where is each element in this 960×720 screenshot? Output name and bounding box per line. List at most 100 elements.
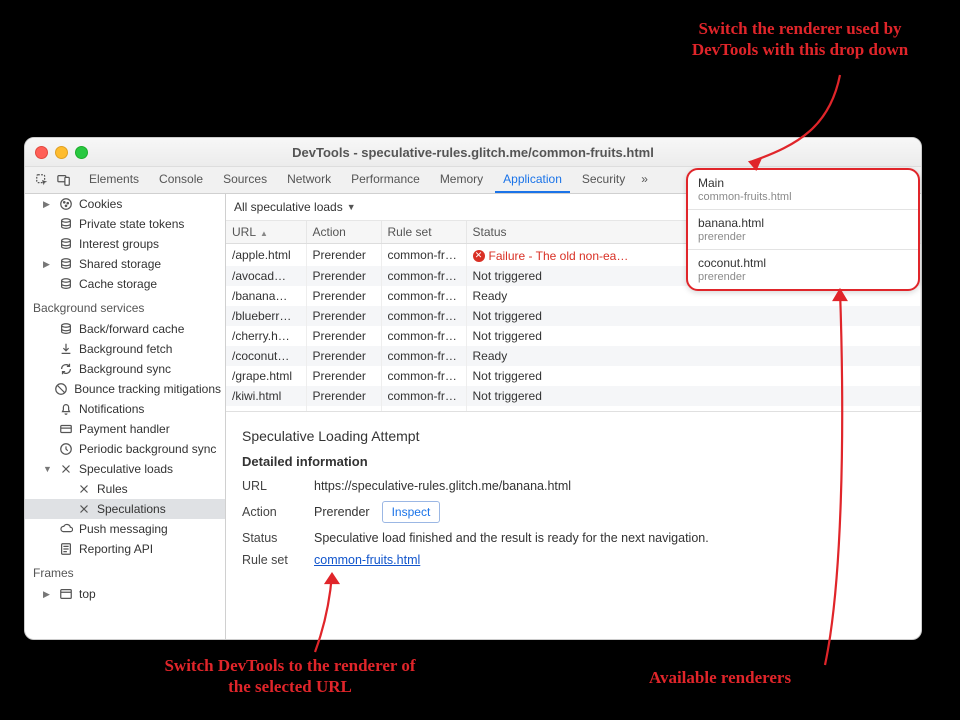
card-icon bbox=[59, 422, 73, 436]
sidebar-item-cache-storage[interactable]: Cache storage bbox=[25, 274, 225, 294]
tab-memory[interactable]: Memory bbox=[432, 167, 491, 193]
sidebar-item-back-forward-cache[interactable]: Back/forward cache bbox=[25, 319, 225, 339]
detail-url-value: https://speculative-rules.glitch.me/bana… bbox=[314, 479, 571, 493]
tab-sources[interactable]: Sources bbox=[215, 167, 275, 193]
cell-ruleset: common-fr… bbox=[381, 366, 466, 386]
detail-ruleset-link[interactable]: common-fruits.html bbox=[314, 553, 420, 567]
sidebar-item-periodic-background-sync[interactable]: Periodic background sync bbox=[25, 439, 225, 459]
detail-section-header: Detailed information bbox=[242, 454, 905, 469]
status-text: Ready bbox=[473, 349, 508, 363]
cell-ruleset: common-fr… bbox=[381, 326, 466, 346]
sidebar-item-reporting-api[interactable]: Reporting API bbox=[25, 539, 225, 559]
sidebar-item-rules[interactable]: Rules bbox=[25, 479, 225, 499]
sidebar-item-background-fetch[interactable]: Background fetch bbox=[25, 339, 225, 359]
sidebar-item-label: Shared storage bbox=[79, 257, 161, 271]
sync-icon bbox=[59, 362, 73, 376]
sidebar-item-label: Payment handler bbox=[79, 422, 170, 436]
triangle-right-icon: ▶ bbox=[43, 199, 53, 210]
column-header-label: Status bbox=[473, 225, 507, 239]
renderer-option-coconut[interactable]: coconut.html prerender bbox=[688, 250, 918, 289]
sidebar-item-interest-groups[interactable]: Interest groups bbox=[25, 234, 225, 254]
annotation-arrow-top bbox=[740, 70, 860, 170]
db-icon bbox=[59, 217, 73, 231]
detail-url-label: URL bbox=[242, 479, 302, 493]
bell-icon bbox=[59, 402, 73, 416]
cell-ruleset: common-fr… bbox=[381, 346, 466, 366]
tab-network[interactable]: Network bbox=[279, 167, 339, 193]
speculation-filter-label: All speculative loads bbox=[234, 200, 343, 214]
status-text: Not triggered bbox=[473, 269, 542, 283]
cell-action: Prerender bbox=[306, 366, 381, 386]
cell-action: Prerender bbox=[306, 346, 381, 366]
annotation-bottom: Switch DevTools to the renderer of the s… bbox=[160, 655, 420, 698]
table-row[interactable]: /blueberr…Prerendercommon-fr…Not trigger… bbox=[226, 306, 921, 326]
download-icon bbox=[59, 342, 73, 356]
sidebar-item-label: Back/forward cache bbox=[79, 322, 184, 336]
status-text: Not triggered bbox=[473, 389, 542, 403]
sidebar-item-background-sync[interactable]: Background sync bbox=[25, 359, 225, 379]
renderer-option-title: Main bbox=[698, 176, 908, 190]
sidebar-item-label: Background sync bbox=[79, 362, 171, 376]
table-row[interactable]: /kiwi.htmlPrerendercommon-fr…Not trigger… bbox=[226, 386, 921, 406]
sidebar-item-bounce-tracking-mitigations[interactable]: Bounce tracking mitigations bbox=[25, 379, 225, 399]
cell-action: Prerender bbox=[306, 326, 381, 346]
cell-action: Prerender bbox=[306, 386, 381, 406]
sidebar-item-label: top bbox=[79, 587, 96, 601]
renderer-option-sub: prerender bbox=[698, 231, 908, 243]
table-row[interactable]: /grape.htmlPrerendercommon-fr…Not trigge… bbox=[226, 366, 921, 386]
db-icon bbox=[59, 237, 73, 251]
speculation-filter-dropdown[interactable]: All speculative loads ▼ bbox=[234, 200, 356, 214]
spec-icon bbox=[77, 502, 91, 516]
clock-icon bbox=[59, 442, 73, 456]
sidebar-section-frames: Frames bbox=[25, 559, 225, 584]
annotation-right: Available renderers bbox=[620, 667, 820, 688]
column-header-url[interactable]: URL▲ bbox=[226, 221, 306, 244]
spec-icon bbox=[59, 462, 73, 476]
renderer-option-banana[interactable]: banana.html prerender bbox=[688, 210, 918, 250]
renderer-option-sub: common-fruits.html bbox=[698, 191, 908, 203]
table-row[interactable]: /coconut…Prerendercommon-fr… Ready bbox=[226, 346, 921, 366]
device-toolbar-icon[interactable] bbox=[56, 172, 72, 188]
status-text: Ready bbox=[473, 289, 508, 303]
detail-action-value: Prerender bbox=[314, 505, 370, 519]
sidebar-item-cookies[interactable]: ▶Cookies bbox=[25, 194, 225, 214]
chevron-down-icon: ▼ bbox=[347, 202, 356, 212]
cell-url: /grape.html bbox=[226, 366, 306, 386]
application-sidebar: ▶CookiesPrivate state tokensInterest gro… bbox=[25, 194, 226, 640]
sidebar-item-private-state-tokens[interactable]: Private state tokens bbox=[25, 214, 225, 234]
sidebar-item-label: Speculations bbox=[97, 502, 166, 516]
column-header-action[interactable]: Action bbox=[306, 221, 381, 244]
tab-application[interactable]: Application bbox=[495, 167, 570, 193]
status-text: Not triggered bbox=[473, 309, 542, 323]
inspect-element-icon[interactable] bbox=[34, 172, 50, 188]
frame-icon bbox=[59, 587, 73, 601]
tab-console[interactable]: Console bbox=[151, 167, 211, 193]
sidebar-item-speculative-loads[interactable]: ▼Speculative loads bbox=[25, 459, 225, 479]
sidebar-item-push-messaging[interactable]: Push messaging bbox=[25, 519, 225, 539]
sidebar-item-label: Periodic background sync bbox=[79, 442, 216, 456]
renderer-option-main[interactable]: Main common-fruits.html bbox=[688, 170, 918, 210]
cell-url: /coconut… bbox=[226, 346, 306, 366]
db-icon bbox=[59, 257, 73, 271]
cell-url: /banana… bbox=[226, 286, 306, 306]
status-text: Not triggered bbox=[473, 329, 542, 343]
sidebar-item-frame-top[interactable]: ▶top bbox=[25, 584, 225, 604]
sidebar-item-speculations[interactable]: Speculations bbox=[25, 499, 225, 519]
table-row[interactable]: /cherry.h…Prerendercommon-fr…Not trigger… bbox=[226, 326, 921, 346]
status-error: ✕Failure - The old non-ea… bbox=[473, 249, 629, 263]
triangle-down-icon: ▼ bbox=[43, 464, 53, 474]
cell-action: Prerender bbox=[306, 266, 381, 286]
cookies-icon bbox=[59, 197, 73, 211]
tab-security[interactable]: Security bbox=[574, 167, 633, 193]
sidebar-item-notifications[interactable]: Notifications bbox=[25, 399, 225, 419]
column-header-label: URL bbox=[232, 225, 256, 239]
renderer-option-title: banana.html bbox=[698, 216, 908, 230]
tab-performance[interactable]: Performance bbox=[343, 167, 428, 193]
sidebar-item-payment-handler[interactable]: Payment handler bbox=[25, 419, 225, 439]
column-header-rule-set[interactable]: Rule set bbox=[381, 221, 466, 244]
inspect-button[interactable]: Inspect bbox=[382, 501, 441, 523]
spec-icon bbox=[77, 482, 91, 496]
tab-overflow[interactable]: » bbox=[637, 167, 652, 193]
sidebar-item-shared-storage[interactable]: ▶Shared storage bbox=[25, 254, 225, 274]
tab-elements[interactable]: Elements bbox=[81, 167, 147, 193]
